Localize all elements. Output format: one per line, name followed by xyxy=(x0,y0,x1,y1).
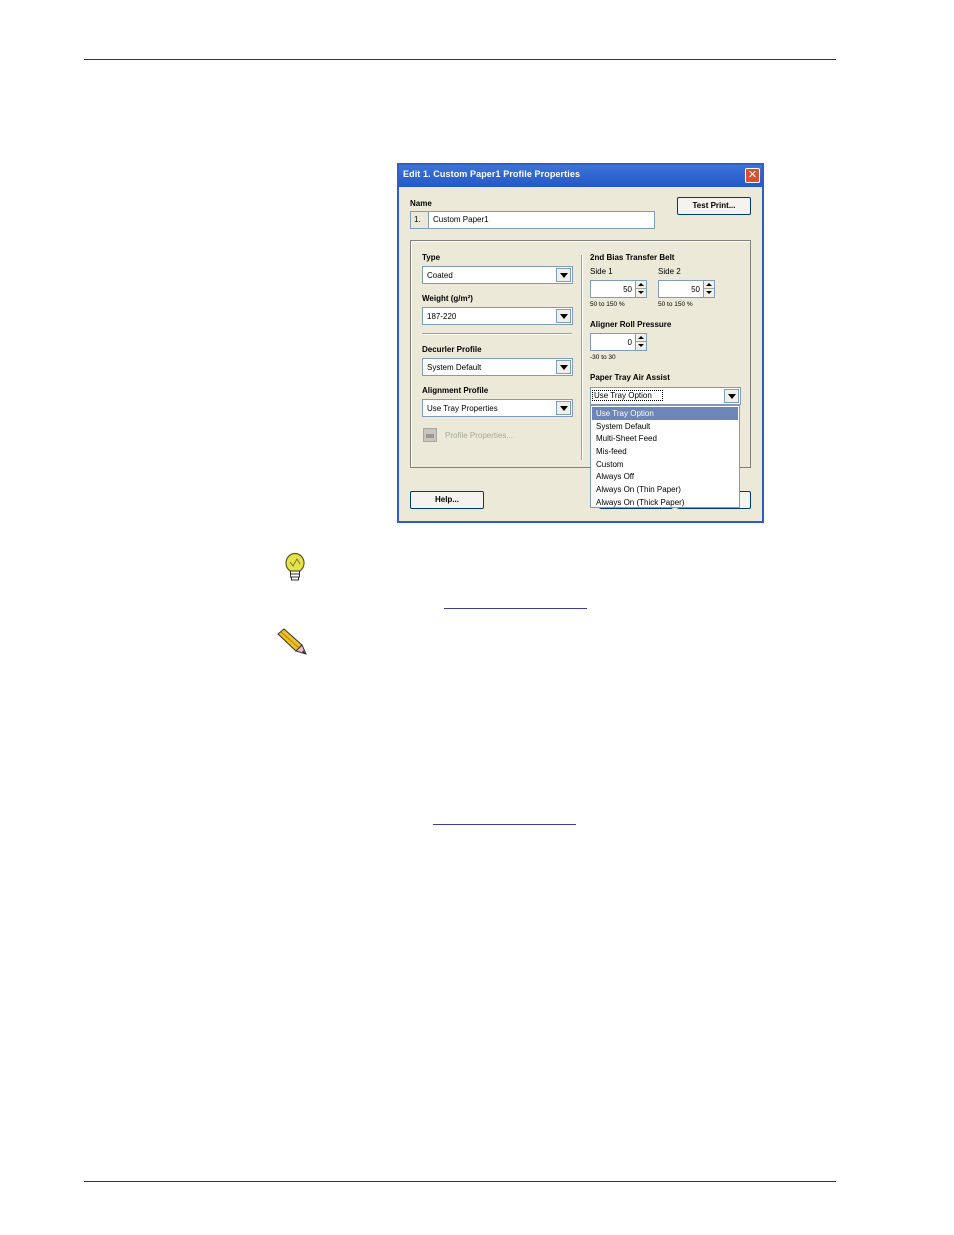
decurler-select[interactable]: System Default xyxy=(422,358,573,376)
arrow-down-icon[interactable] xyxy=(704,289,714,297)
header-rule xyxy=(84,59,836,60)
arrow-down-icon[interactable] xyxy=(636,342,646,350)
type-value: Coated xyxy=(427,271,453,280)
side2-label: Side 2 xyxy=(658,267,681,276)
type-select[interactable]: Coated xyxy=(422,266,573,284)
chevron-down-icon[interactable] xyxy=(556,360,571,374)
type-label: Type xyxy=(422,253,441,262)
arrow-up-icon[interactable] xyxy=(704,281,714,289)
footer-rule xyxy=(84,1181,836,1182)
aligner-range: -30 to 30 xyxy=(590,354,616,361)
air-assist-option[interactable]: Always Off xyxy=(592,470,738,483)
dialog-titlebar: Edit 1. Custom Paper1 Profile Properties… xyxy=(399,165,762,187)
aligner-spin-control xyxy=(635,334,646,350)
profile-properties-icon xyxy=(423,428,437,442)
weight-label: Weight (g/m²) xyxy=(422,294,473,303)
link-underline xyxy=(433,824,576,825)
chevron-down-icon[interactable] xyxy=(556,309,571,323)
profile-properties-button[interactable]: Profile Properties... xyxy=(445,431,513,440)
side1-range: 50 to 150 % xyxy=(590,301,625,308)
left-section-divider xyxy=(422,333,572,334)
air-assist-option[interactable]: Mis-feed xyxy=(592,445,738,458)
profile-properties-dialog: Edit 1. Custom Paper1 Profile Properties… xyxy=(397,163,764,523)
side2-range: 50 to 150 % xyxy=(658,301,693,308)
test-print-button[interactable]: Test Print... xyxy=(677,197,751,215)
name-label: Name xyxy=(410,199,432,208)
name-input[interactable]: Custom Paper1 xyxy=(428,211,655,229)
side1-stepper[interactable]: 50 xyxy=(590,280,647,298)
name-prefix: 1. xyxy=(410,211,429,229)
link-underline xyxy=(444,608,587,609)
air-assist-option[interactable]: Always On (Thin Paper) xyxy=(592,483,738,496)
weight-value: 187-220 xyxy=(427,312,457,321)
aligner-stepper[interactable]: 0 xyxy=(590,333,647,351)
bias-belt-label: 2nd Bias Transfer Belt xyxy=(590,253,675,262)
pencil-icon xyxy=(277,628,307,655)
group-divider xyxy=(581,255,582,460)
weight-select[interactable]: 187-220 xyxy=(422,307,573,325)
help-button[interactable]: Help... xyxy=(410,491,484,509)
side2-stepper[interactable]: 50 xyxy=(658,280,715,298)
name-input-value: Custom Paper1 xyxy=(433,215,489,224)
aligner-value: 0 xyxy=(627,338,632,347)
side2-spin-control xyxy=(703,281,714,297)
air-assist-label: Paper Tray Air Assist xyxy=(590,373,670,382)
close-icon[interactable]: ✕ xyxy=(745,168,760,183)
decurler-label: Decurler Profile xyxy=(422,345,482,354)
side2-value: 50 xyxy=(691,285,700,294)
side1-label: Side 1 xyxy=(590,267,613,276)
air-assist-options-list: Use Tray Option System Default Multi-She… xyxy=(590,405,740,508)
air-assist-option[interactable]: Use Tray Option xyxy=(592,407,738,420)
air-assist-option[interactable]: Multi-Sheet Feed xyxy=(592,432,738,445)
arrow-up-icon[interactable] xyxy=(636,334,646,342)
arrow-up-icon[interactable] xyxy=(636,281,646,289)
air-assist-option[interactable]: Always On (Thick Paper) xyxy=(592,496,738,509)
lightbulb-icon xyxy=(285,552,305,581)
alignment-label: Alignment Profile xyxy=(422,386,489,395)
decurler-value: System Default xyxy=(427,363,482,372)
alignment-select[interactable]: Use Tray Properties xyxy=(422,399,573,417)
chevron-down-icon[interactable] xyxy=(556,401,571,415)
aligner-label: Aligner Roll Pressure xyxy=(590,320,672,329)
air-assist-value: Use Tray Option xyxy=(592,390,663,401)
chevron-down-icon[interactable] xyxy=(724,389,739,403)
air-assist-select[interactable]: Use Tray Option xyxy=(590,387,741,405)
arrow-down-icon[interactable] xyxy=(636,289,646,297)
alignment-value: Use Tray Properties xyxy=(427,404,498,413)
side1-value: 50 xyxy=(623,285,632,294)
side1-spin-control xyxy=(635,281,646,297)
dialog-title: Edit 1. Custom Paper1 Profile Properties xyxy=(403,169,581,179)
chevron-down-icon[interactable] xyxy=(556,268,571,282)
